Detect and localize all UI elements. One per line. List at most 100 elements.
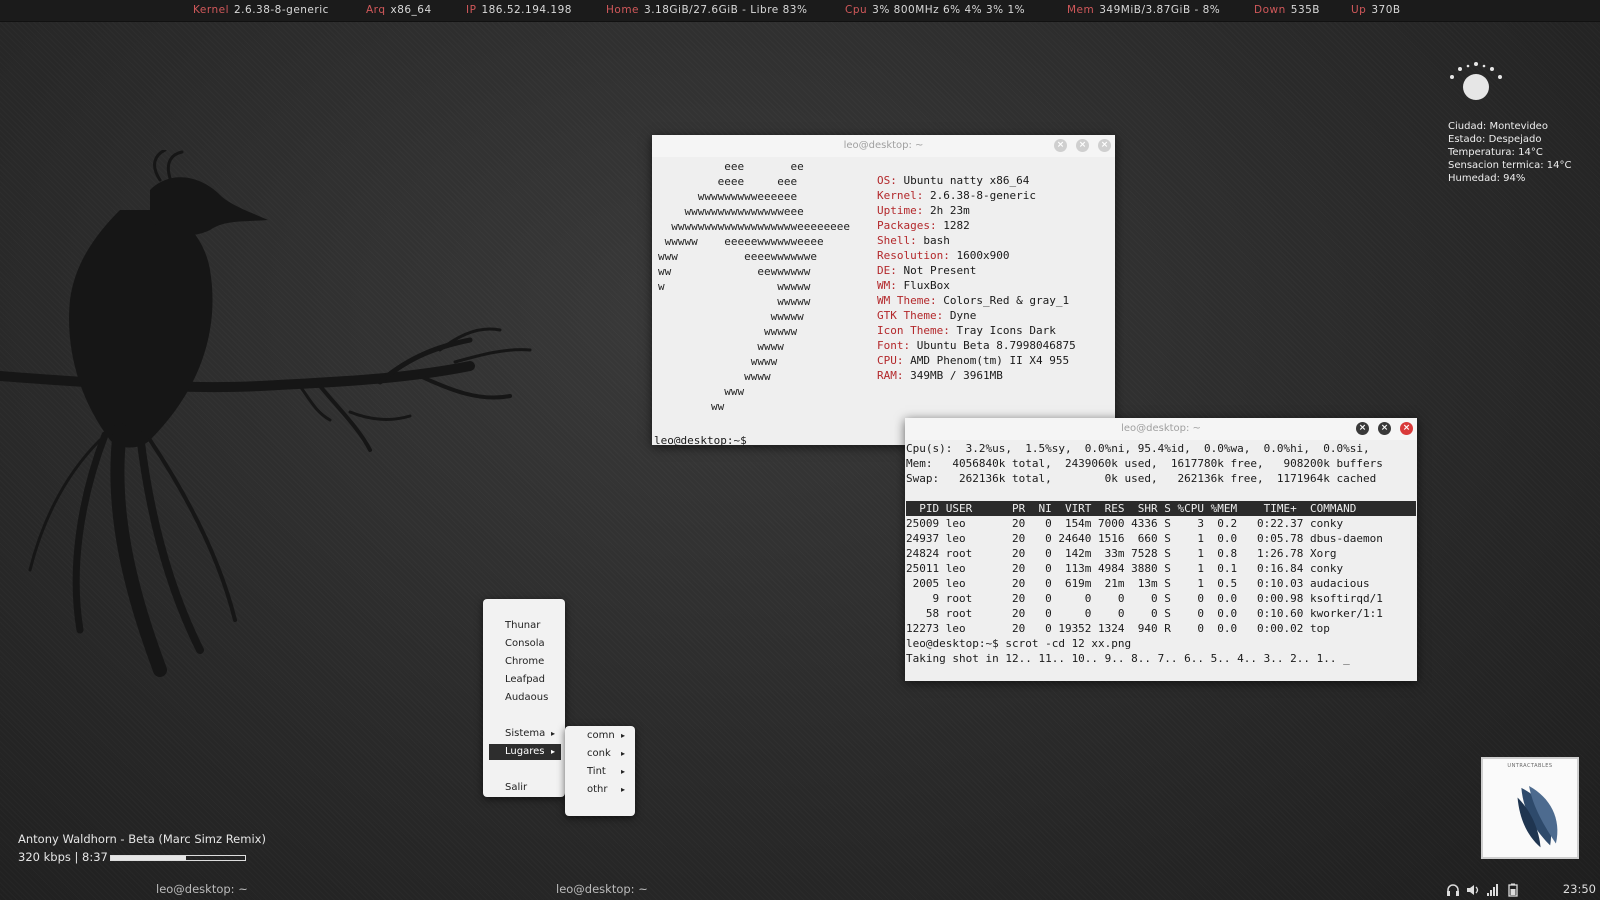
system-info-line: CPU: AMD Phenom(tm) II X4 955 — [877, 353, 1076, 368]
menu-item-chrome[interactable]: Chrome — [489, 654, 561, 670]
menu-item-label: Lugares — [505, 746, 545, 757]
terminal-window-screenfetch[interactable]: leo@desktop: ~ × × × eee ee eeee eee www… — [652, 135, 1115, 448]
signal-icon[interactable] — [1486, 883, 1500, 897]
system-info-line: Kernel: 2.6.38-8-generic — [877, 188, 1076, 203]
kernel-value: 2.6.38-8-generic — [234, 4, 329, 16]
submenu-item-conk[interactable]: conk ▸ — [567, 746, 631, 762]
taskbar-item-terminal-1[interactable]: leo@desktop: ~ — [156, 882, 248, 896]
system-info-label: Kernel: — [877, 189, 924, 202]
track-progress-bar[interactable] — [110, 855, 246, 861]
shell-prompt[interactable]: leo@desktop:~$ _ — [654, 433, 760, 448]
battery-icon[interactable] — [1506, 883, 1520, 897]
headphones-icon[interactable] — [1446, 883, 1460, 897]
lugares-submenu: comn ▸ conk ▸ Tint ▸ othr ▸ — [565, 726, 635, 816]
system-info-line: GTK Theme: Dyne — [877, 308, 1076, 323]
system-info-value: Tray Icons Dark — [949, 324, 1056, 337]
system-info-line: Uptime: 2h 23m — [877, 203, 1076, 218]
track-progress-fill — [111, 856, 187, 860]
submenu-item-label: conk — [587, 748, 611, 759]
system-tray — [1446, 883, 1536, 897]
maximize-button[interactable]: × — [1076, 139, 1089, 152]
terminal-body[interactable]: eee ee eeee eee wwwwwwwwweeeeee wwwwwwww… — [652, 157, 1115, 448]
weather-humidity: Humedad: 94% — [1448, 173, 1526, 184]
ip-stat: IP 186.52.194.198 — [466, 4, 572, 16]
window-titlebar[interactable]: leo@desktop: ~ × × × — [652, 135, 1115, 157]
home-label: Home — [606, 4, 640, 16]
menu-item-thunar[interactable]: Thunar — [489, 618, 561, 634]
submenu-item-tint[interactable]: Tint ▸ — [567, 764, 631, 780]
top-summary: Cpu(s): 3.2%us, 1.5%sy, 0.0%ni, 95.4%id,… — [906, 442, 1383, 485]
terminal-body[interactable]: Cpu(s): 3.2%us, 1.5%sy, 0.0%ni, 95.4%id,… — [905, 440, 1417, 666]
system-info-label: Icon Theme: — [877, 324, 950, 337]
system-info-line: RAM: 349MB / 3961MB — [877, 368, 1076, 383]
system-info-line: DE: Not Present — [877, 263, 1076, 278]
system-info-value: Ubuntu natty x86_64 — [896, 174, 1030, 187]
home-value: 3.18GiB/27.6GiB - Libre 83% — [644, 4, 808, 16]
shell-command[interactable]: leo@desktop:~$ scrot -cd 12 xx.png Takin… — [906, 636, 1416, 666]
taskbar-item-terminal-2[interactable]: leo@desktop: ~ — [556, 882, 648, 896]
weather-city: Ciudad: Montevideo — [1448, 121, 1548, 132]
menu-item-consola[interactable]: Consola — [489, 636, 561, 652]
top-status-bar: Kernel 2.6.38-8-generic Arq x86_64 IP 186.5… — [0, 0, 1600, 22]
down-label: Down — [1254, 4, 1286, 16]
submenu-item-label: Tint — [587, 766, 606, 777]
cpu-value: 3% 800MHz 6% 4% 3% 1% — [872, 4, 1026, 16]
home-stat: Home 3.18GiB/27.6GiB - Libre 83% — [606, 4, 807, 16]
close-button[interactable]: × — [1098, 139, 1111, 152]
close-button[interactable]: × — [1400, 422, 1413, 435]
volume-icon[interactable] — [1466, 883, 1480, 897]
arq-value: x86_64 — [390, 4, 432, 16]
mem-label: Mem — [1067, 4, 1095, 16]
system-info-value: bash — [916, 234, 950, 247]
window-title: leo@desktop: ~ — [1121, 423, 1201, 434]
submenu-item-comn[interactable]: comn ▸ — [567, 728, 631, 744]
system-info-line: Resolution: 1600x900 — [877, 248, 1076, 263]
system-info-label: Packages: — [877, 219, 937, 232]
system-info-label: GTK Theme: — [877, 309, 944, 322]
minimize-button[interactable]: × — [1054, 139, 1067, 152]
system-info-value: AMD Phenom(tm) II X4 955 — [903, 354, 1070, 367]
submenu-arrow-icon: ▸ — [620, 749, 625, 758]
submenu-arrow-icon: ▸ — [620, 785, 625, 794]
submenu-arrow-icon: ▸ — [620, 731, 625, 740]
system-info-label: RAM: — [877, 369, 904, 382]
arq-label: Arq — [366, 4, 386, 16]
system-info-value: Dyne — [943, 309, 977, 322]
system-info-value: 349MB / 3961MB — [903, 369, 1003, 382]
system-info-label: WM Theme: — [877, 294, 937, 307]
menu-item-audacious[interactable]: Audaous — [489, 690, 561, 706]
menu-item-leafpad[interactable]: Leafpad — [489, 672, 561, 688]
ubuntu-ascii-logo: eee ee eeee eee wwwwwwwwweeeeee wwwwwwww… — [658, 160, 851, 413]
window-titlebar[interactable]: leo@desktop: ~ × × × — [905, 418, 1417, 440]
maximize-button[interactable]: × — [1378, 422, 1391, 435]
sun-icon — [1450, 62, 1502, 100]
system-info-label: CPU: — [877, 354, 904, 367]
track-bitrate-time: 320 kbps | 8:37 — [18, 850, 108, 864]
system-info-value: 1282 — [936, 219, 970, 232]
menu-item-salir[interactable]: Salir — [489, 780, 561, 796]
system-info-line: OS: Ubuntu natty x86_64 — [877, 173, 1076, 188]
clock: 23:50 — [1562, 882, 1596, 896]
system-info-value: Ubuntu Beta 8.7998046875 — [910, 339, 1076, 352]
submenu-item-label: othr — [587, 784, 608, 795]
system-info-value: Colors_Red & gray_1 — [936, 294, 1070, 307]
up-value: 370B — [1371, 4, 1401, 16]
up-label: Up — [1351, 4, 1367, 16]
system-info: OS: Ubuntu natty x86_64 Kernel: 2.6.38-8-… — [877, 173, 1076, 383]
menu-item-label: Sistema — [505, 728, 546, 739]
terminal-window-top[interactable]: leo@desktop: ~ × × × Cpu(s): 3.2%us, 1.5… — [905, 418, 1417, 681]
process-table-header: PID USER PR NI VIRT RES SHR S %CPU %MEM … — [906, 501, 1416, 516]
minimize-button[interactable]: × — [1356, 422, 1369, 435]
root-menu: Thunar Consola Chrome Leafpad Audaous Si… — [483, 599, 565, 797]
system-info-line: Font: Ubuntu Beta 8.7998046875 — [877, 338, 1076, 353]
system-info-value: 2.6.38-8-generic — [923, 189, 1036, 202]
system-info-line: Shell: bash — [877, 233, 1076, 248]
submenu-arrow-icon: ▸ — [550, 729, 555, 738]
arq-stat: Arq x86_64 — [366, 4, 432, 16]
submenu-item-othr[interactable]: othr ▸ — [567, 782, 631, 798]
process-table: 25009 leo 20 0 154m 7000 4336 S 3 0.2 0:… — [906, 517, 1383, 635]
down-stat: Down 535B — [1254, 4, 1320, 16]
window-title: leo@desktop: ~ — [843, 140, 924, 151]
menu-item-sistema[interactable]: Sistema ▸ — [489, 726, 561, 742]
menu-item-lugares[interactable]: Lugares ▸ — [489, 744, 561, 760]
